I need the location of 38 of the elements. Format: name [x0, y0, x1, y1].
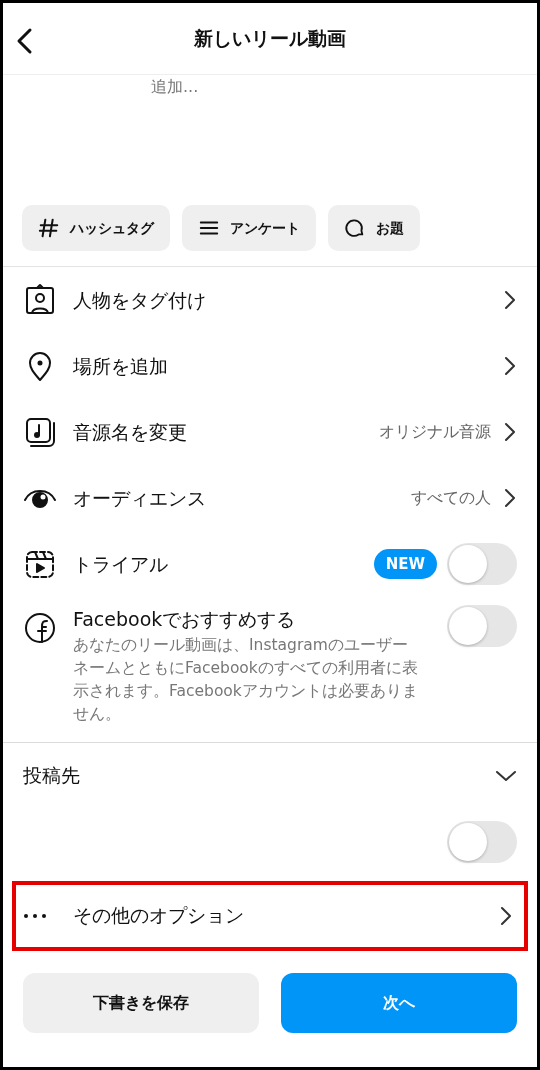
- row-label: 場所を追加: [73, 353, 168, 379]
- toggle-switch[interactable]: [447, 820, 517, 863]
- person-tag-icon: [23, 283, 57, 317]
- row-label: 音源名を変更: [73, 419, 187, 445]
- settings-row[interactable]: 音源名を変更 オリジナル音源: [3, 399, 537, 465]
- chevron-right-icon: [503, 488, 517, 508]
- new-badge: NEW: [373, 548, 437, 580]
- chevron-right-icon: [503, 422, 517, 442]
- section-label: 投稿先: [23, 763, 80, 789]
- save-draft-button[interactable]: 下書きを保存: [23, 972, 259, 1033]
- row-label: その他のオプション: [73, 903, 244, 929]
- settings-row[interactable]: 場所を追加: [3, 333, 537, 399]
- row-label: オーディエンス: [73, 485, 206, 511]
- settings-row[interactable]: 人物をタグ付け: [3, 267, 537, 333]
- music-note-icon: [23, 415, 57, 449]
- more-icon: [23, 912, 47, 919]
- eye-icon: [23, 487, 57, 509]
- chevron-right-icon: [503, 290, 517, 310]
- row-label: Facebookでおすすめする: [73, 607, 297, 632]
- facebook-icon: [23, 611, 57, 645]
- chevron-right-icon: [499, 905, 513, 926]
- toggle-switch[interactable]: [447, 543, 517, 585]
- row-label: 人物をタグ付け: [73, 287, 206, 313]
- row-description: あなたのリール動画は、InstagramのユーザーネームとともにFacebookのすべての利用者に表示されます。Facebookアカウントは必要ありません。: [73, 634, 419, 725]
- row-value: すべての人: [411, 487, 491, 509]
- settings-row[interactable]: オーディエンス すべての人: [3, 465, 537, 531]
- chip-button[interactable]: アンケート: [182, 205, 316, 251]
- row-value: オリジナル音源: [379, 421, 491, 443]
- row-label: トライアル: [73, 551, 168, 577]
- caption-field[interactable]: 追加...: [151, 77, 451, 97]
- speech-bubble-icon: [344, 217, 366, 239]
- chip-button[interactable]: ハッシュタグ: [22, 205, 170, 251]
- toggle-switch[interactable]: [447, 605, 517, 647]
- screen-title: 新しいリール動画: [194, 26, 346, 52]
- chip-button[interactable]: お題: [328, 205, 420, 251]
- more-options-row[interactable]: その他のオプション: [12, 880, 528, 951]
- hashtag-icon: [38, 217, 60, 239]
- chevron-right-icon: [503, 356, 517, 376]
